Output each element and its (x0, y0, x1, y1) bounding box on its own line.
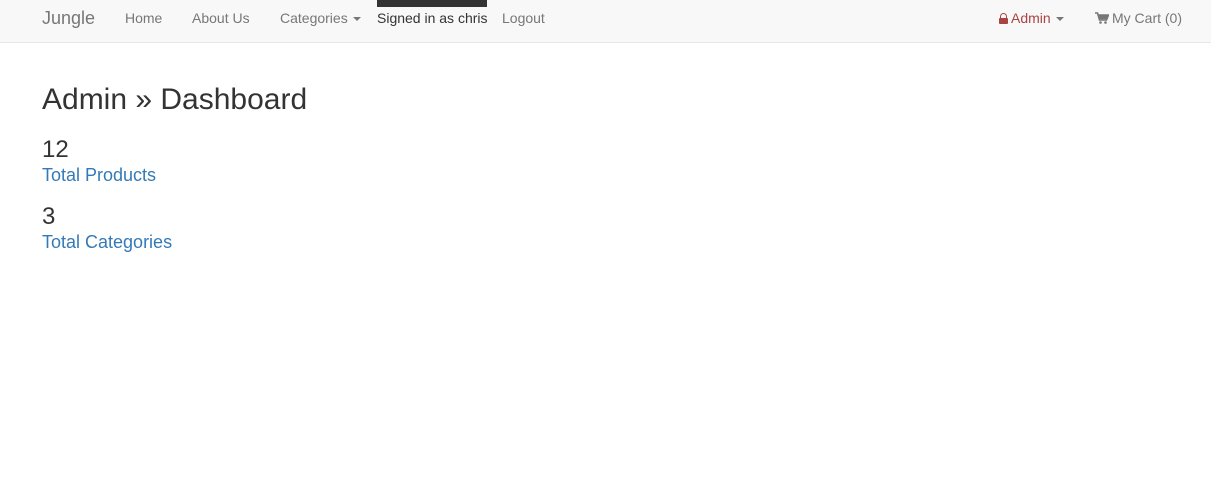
brand-link[interactable]: Jungle (42, 0, 95, 36)
dashboard-content: Admin » Dashboard 12 Total Products 3 To… (42, 80, 307, 253)
nav-admin-dropdown[interactable]: Admin (999, 0, 1064, 36)
nav-about-us[interactable]: About Us (192, 0, 250, 36)
shopping-cart-icon (1095, 12, 1109, 24)
total-categories-count: 3 (42, 203, 56, 230)
nav-categories-label: Categories (280, 10, 348, 26)
nav-admin-label: Admin (1011, 10, 1051, 26)
total-categories-link[interactable]: Total Categories (42, 231, 307, 253)
nav-my-cart-label: My Cart (0) (1112, 10, 1182, 26)
total-products-count: 12 (42, 136, 69, 163)
total-products-link[interactable]: Total Products (42, 164, 307, 186)
page-title: Admin » Dashboard (42, 83, 308, 116)
nav-my-cart[interactable]: My Cart (0) (1095, 0, 1182, 36)
nav-logout[interactable]: Logout (502, 0, 545, 36)
nav-categories-dropdown[interactable]: Categories (280, 0, 361, 36)
nav-home[interactable]: Home (125, 0, 162, 36)
top-navbar: Jungle Home About Us Categories Signed i… (0, 0, 1211, 43)
caret-down-icon (352, 17, 361, 22)
signed-in-status: Signed in as chris (377, 10, 488, 26)
lock-icon (999, 13, 1008, 24)
caret-down-icon (1055, 17, 1064, 22)
